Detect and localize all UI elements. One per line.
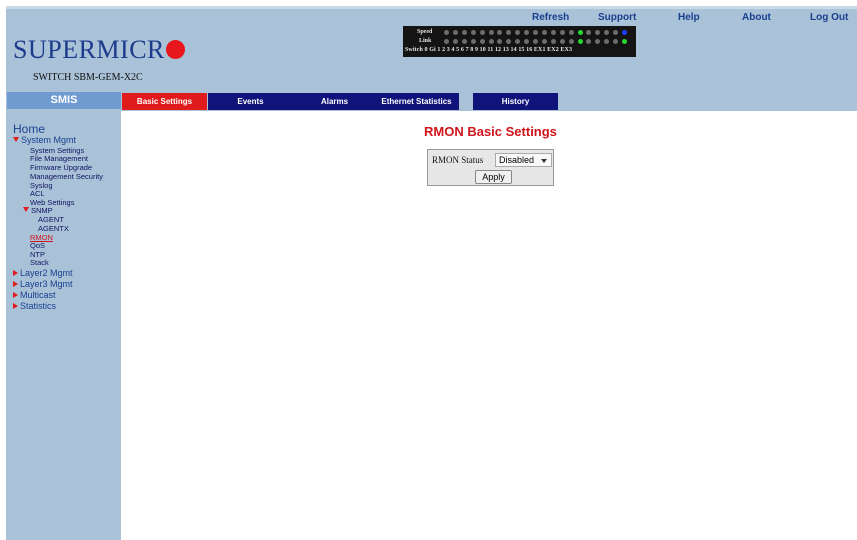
sidebar-item-stack[interactable]: Stack xyxy=(30,258,49,267)
tab-alarms[interactable]: Alarms xyxy=(292,93,377,110)
port-led xyxy=(533,30,538,35)
port-led xyxy=(488,30,494,35)
page-title: RMON Basic Settings xyxy=(424,124,557,139)
logo-red-dot xyxy=(165,40,185,59)
sidebar-item-agentx[interactable]: AGENTX xyxy=(38,224,69,233)
sidebar-item-multicast[interactable]: Multicast xyxy=(13,290,56,300)
sidebar-item-system-mgmt[interactable]: System Mgmt xyxy=(13,135,76,145)
tab-history[interactable]: History xyxy=(473,93,558,110)
refresh-link[interactable]: Refresh xyxy=(532,12,569,23)
port-led xyxy=(595,39,601,44)
sidebar-item-label: System Mgmt xyxy=(21,135,77,145)
rmon-status-select[interactable]: Disabled xyxy=(495,153,552,167)
port-led xyxy=(497,30,503,35)
collapsed-arrow-icon xyxy=(13,281,18,287)
sidebar-item-layer2-mgmt[interactable]: Layer2 Mgmt xyxy=(13,268,73,278)
help-link[interactable]: Help xyxy=(678,12,700,23)
port-led xyxy=(515,39,521,44)
sidebar-item-qos[interactable]: QoS xyxy=(30,241,45,250)
tab-basic-settings[interactable]: Basic Settings xyxy=(122,93,207,110)
chevron-down-icon xyxy=(541,159,547,163)
collapsed-arrow-icon xyxy=(13,303,18,309)
logo-text: SUPERMICR xyxy=(13,35,165,64)
rmon-status-value: Disabled xyxy=(499,155,535,165)
port-led xyxy=(622,30,627,35)
sidebar-item-file-management[interactable]: File Management xyxy=(30,154,88,163)
port-led xyxy=(524,39,530,44)
port-led xyxy=(479,30,485,35)
collapsed-arrow-icon xyxy=(13,292,18,298)
port-led xyxy=(541,39,547,44)
port-led xyxy=(488,39,494,44)
port-led xyxy=(577,30,583,35)
tab-events[interactable]: Events xyxy=(208,93,293,110)
port-led xyxy=(452,39,458,44)
support-link[interactable]: Support xyxy=(598,12,636,23)
port-led xyxy=(506,30,512,35)
rmon-settings-form: RMON Status Disabled Apply xyxy=(427,149,554,186)
apply-button[interactable]: Apply xyxy=(475,170,512,184)
logout-link[interactable]: Log Out xyxy=(810,12,848,23)
collapsed-arrow-icon xyxy=(13,270,18,276)
sidebar-item-statistics[interactable]: Statistics xyxy=(13,301,56,311)
sidebar-item-label: Layer3 Mgmt xyxy=(20,279,73,289)
link-label: Link xyxy=(419,38,432,44)
sidebar-item-label: Layer2 Mgmt xyxy=(20,268,73,278)
port-led xyxy=(452,30,458,35)
rmon-status-label: RMON Status xyxy=(432,155,484,165)
top-strip xyxy=(6,6,857,9)
sidebar-item-label: Statistics xyxy=(20,301,57,311)
sidebar-item-firmware-upgrade[interactable]: Firmware Upgrade xyxy=(30,163,92,172)
port-led xyxy=(506,39,512,44)
expanded-arrow-icon xyxy=(23,207,29,212)
port-led xyxy=(559,30,565,35)
port-number-row: Switch 0 Gi 1 2 3 4 5 6 7 8 9 10 11 12 1… xyxy=(405,47,573,53)
sidebar-item-snmp[interactable]: SNMP xyxy=(23,206,53,215)
about-link[interactable]: About xyxy=(742,12,771,23)
port-led xyxy=(550,30,556,35)
port-led xyxy=(622,39,627,44)
port-led xyxy=(577,39,583,44)
port-led xyxy=(595,30,601,35)
port-led xyxy=(604,30,610,35)
port-led xyxy=(470,30,476,35)
port-led xyxy=(515,30,521,35)
port-led xyxy=(497,39,503,44)
tab-ethernet-statistics[interactable]: Ethernet Statistics xyxy=(374,93,459,110)
switch-model-label: SWITCH SBM-GEM-X2C xyxy=(33,72,143,83)
port-led xyxy=(568,30,574,35)
speed-label: Speed xyxy=(417,29,433,35)
port-led xyxy=(461,30,467,35)
port-led xyxy=(559,39,565,44)
sidebar-item-home[interactable]: Home xyxy=(13,122,45,136)
sidebar-item-agent[interactable]: AGENT xyxy=(38,215,64,224)
sidebar-item-management-security[interactable]: Management Security xyxy=(30,172,103,181)
port-status-panel: Speed Link Switch 0 Gi 1 2 3 4 5 6 7 8 9… xyxy=(403,26,636,57)
sidebar-item-acl[interactable]: ACL xyxy=(30,189,45,198)
sidebar-item-label: Multicast xyxy=(20,290,56,300)
port-led xyxy=(613,30,619,35)
port-led xyxy=(604,39,610,44)
expanded-arrow-icon xyxy=(13,137,19,142)
port-led xyxy=(586,30,592,35)
port-led xyxy=(568,39,574,44)
port-led xyxy=(586,39,592,44)
port-led xyxy=(444,39,449,44)
sidebar-item-label: SNMP xyxy=(31,206,53,215)
sidebar-item-layer3-mgmt[interactable]: Layer3 Mgmt xyxy=(13,279,73,289)
port-led xyxy=(479,39,485,44)
port-led xyxy=(541,30,547,35)
supermicro-logo: SUPERMICR xyxy=(13,35,185,65)
smis-label: SMIS xyxy=(7,92,121,109)
port-led xyxy=(550,39,556,44)
port-led xyxy=(461,39,467,44)
port-led xyxy=(524,30,530,35)
port-led xyxy=(613,39,619,44)
port-led xyxy=(470,39,476,44)
port-led xyxy=(533,39,538,44)
port-led xyxy=(444,30,449,35)
